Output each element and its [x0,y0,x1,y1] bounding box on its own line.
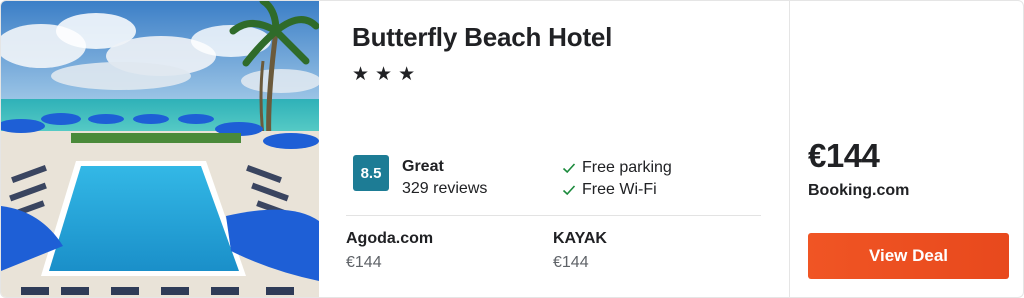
rating-score-badge: 8.5 [353,155,389,191]
amenity-label: Free Wi-Fi [582,181,657,198]
hotel-name[interactable]: Butterfly Beach Hotel [352,22,612,53]
amenity-label: Free parking [582,159,672,176]
hotel-result-card[interactable]: Butterfly Beach Hotel ★ ★ ★ 8.5 Great 32… [0,0,1024,298]
hotel-info: Butterfly Beach Hotel ★ ★ ★ 8.5 Great 32… [319,1,789,297]
deal-price: €144 [808,137,880,174]
provider-price: €144 [346,254,382,271]
amenity-free-wifi: Free Wi-Fi [562,181,657,199]
divider [346,215,761,216]
check-icon [562,163,576,174]
rating-label: Great [402,158,444,175]
deal-site: Booking.com [808,182,910,199]
view-deal-button[interactable]: View Deal [808,233,1009,279]
provider-price: €144 [553,254,589,271]
hotel-photo-image [1,1,319,297]
provider-name: KAYAK [553,230,607,247]
star-rating: ★ ★ ★ [352,63,415,86]
provider-name: Agoda.com [346,230,434,247]
hotel-photo[interactable] [1,1,319,297]
star-icon: ★ [375,64,393,85]
provider-offer-kayak[interactable]: KAYAK €144 [553,230,607,272]
deal-panel: €144 Booking.com View Deal [789,1,1023,297]
amenity-free-parking: Free parking [562,159,672,177]
star-icon: ★ [398,64,416,85]
provider-offer-agoda[interactable]: Agoda.com €144 [346,230,433,272]
check-icon [562,185,576,196]
review-count[interactable]: 329 reviews [402,180,487,198]
star-icon: ★ [352,64,370,85]
